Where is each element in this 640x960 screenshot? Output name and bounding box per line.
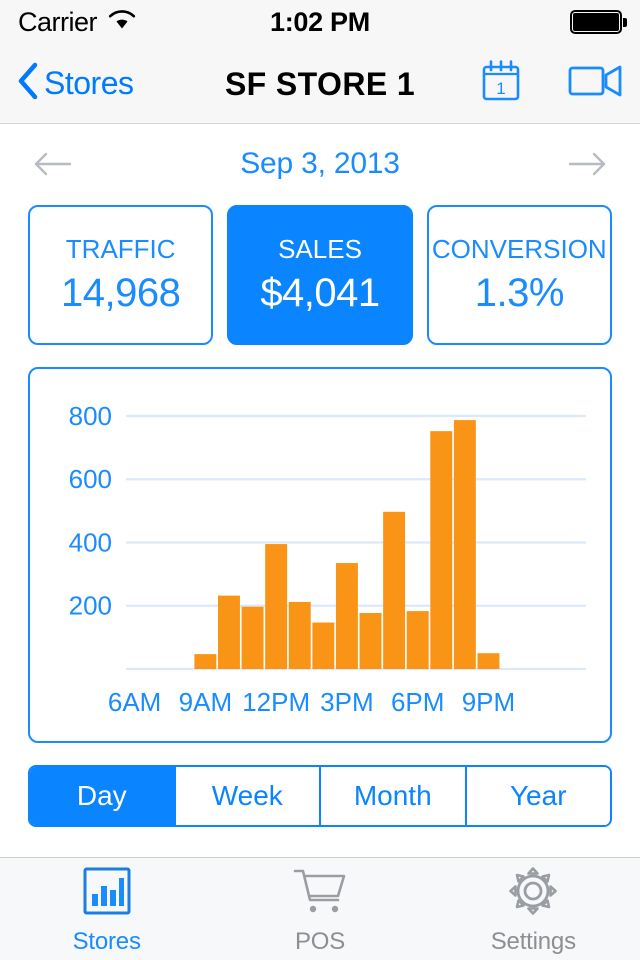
tab-bar: Stores POS Settings — [0, 857, 640, 960]
chart-bar[interactable] — [335, 563, 358, 669]
app-root: Carrier 1:02 PM Stores SF STORE 1 1 Sep … — [0, 0, 640, 960]
x-axis-tick-label: 6AM — [108, 687, 161, 717]
tab-label: Settings — [490, 928, 576, 955]
y-axis-tick-label: 800 — [69, 401, 112, 431]
next-date-button[interactable] — [566, 142, 610, 186]
chart-bar[interactable] — [312, 622, 335, 669]
tab-label: Stores — [72, 928, 141, 955]
chart-bar[interactable] — [453, 420, 476, 669]
chart-bar[interactable] — [406, 611, 429, 669]
kpi-title: SALES — [278, 234, 362, 264]
segment-month[interactable]: Month — [321, 767, 467, 825]
status-bar-right — [570, 10, 627, 34]
kpi-cards: TRAFFIC 14,968 SALES $4,041 CONVERSION 1… — [0, 205, 640, 345]
kpi-title: CONVERSION — [431, 234, 607, 264]
chart-bar[interactable] — [359, 613, 382, 669]
kpi-title: TRAFFIC — [65, 234, 176, 264]
video-camera-icon[interactable] — [568, 61, 624, 106]
period-segmented-control: Day Week Month Year — [28, 765, 612, 827]
carrier-label: Carrier — [18, 6, 98, 37]
chart-bar[interactable] — [241, 606, 264, 669]
y-axis-tick-label: 400 — [69, 527, 112, 557]
gear-icon — [508, 866, 558, 921]
kpi-value: 14,968 — [60, 271, 181, 315]
battery-full-icon — [570, 10, 627, 34]
nav-bar-actions: 1 — [478, 58, 624, 109]
calendar-day-number: 1 — [496, 79, 505, 98]
chart-bar[interactable] — [430, 431, 453, 669]
sales-bar-chart[interactable]: 200 400 600 800 6AM 9AM 12PM 3PM 6PM 9PM — [28, 367, 612, 743]
back-button[interactable]: Stores — [16, 62, 134, 105]
date-navigator: Sep 3, 2013 — [0, 131, 640, 197]
y-axis-tick-label: 600 — [69, 464, 112, 494]
x-axis-tick-label: 9PM — [462, 687, 515, 717]
prev-date-button[interactable] — [30, 142, 74, 186]
chart-bar[interactable] — [265, 544, 288, 669]
segment-year[interactable]: Year — [466, 767, 610, 825]
back-button-label: Stores — [44, 65, 134, 101]
status-bar-left: Carrier — [18, 7, 137, 38]
chevron-left-icon — [16, 62, 38, 105]
main-content: Sep 3, 2013 TRAFFIC 14,968 SALES $4,041 … — [0, 124, 640, 857]
chart-bar[interactable] — [477, 653, 500, 669]
calendar-icon[interactable]: 1 — [478, 58, 524, 109]
segment-day[interactable]: Day — [30, 767, 176, 825]
x-axis-tick-label: 12PM — [242, 687, 310, 717]
status-bar: Carrier 1:02 PM — [0, 0, 640, 44]
chart-bar[interactable] — [218, 595, 240, 669]
x-axis-tick-label: 3PM — [320, 687, 373, 717]
y-axis-tick-label: 200 — [69, 591, 112, 621]
kpi-card-sales[interactable]: SALES $4,041 — [227, 205, 413, 345]
tab-label: POS — [294, 928, 346, 955]
tab-pos[interactable]: POS — [213, 858, 426, 960]
shopping-cart-icon — [292, 866, 348, 921]
wifi-icon — [107, 9, 137, 36]
kpi-value: 1.3% — [474, 271, 565, 315]
chart-canvas: 200 400 600 800 6AM 9AM 12PM 3PM 6PM 9PM — [69, 401, 586, 717]
x-axis-tick-label: 6PM — [391, 687, 444, 717]
bar-chart-icon — [82, 866, 132, 921]
chart-bar[interactable] — [194, 654, 217, 669]
tab-stores[interactable]: Stores — [0, 858, 213, 960]
kpi-card-conversion[interactable]: CONVERSION 1.3% — [426, 205, 612, 345]
nav-bar: Stores SF STORE 1 1 — [0, 44, 640, 124]
kpi-value: $4,041 — [260, 271, 380, 315]
segment-week[interactable]: Week — [175, 767, 321, 825]
current-date-label[interactable]: Sep 3, 2013 — [240, 147, 400, 181]
kpi-card-traffic[interactable]: TRAFFIC 14,968 — [28, 205, 214, 345]
tab-settings[interactable]: Settings — [427, 858, 640, 960]
chart-bar[interactable] — [383, 511, 406, 669]
x-axis-tick-label: 9AM — [179, 687, 232, 717]
chart-bar[interactable] — [288, 601, 311, 669]
